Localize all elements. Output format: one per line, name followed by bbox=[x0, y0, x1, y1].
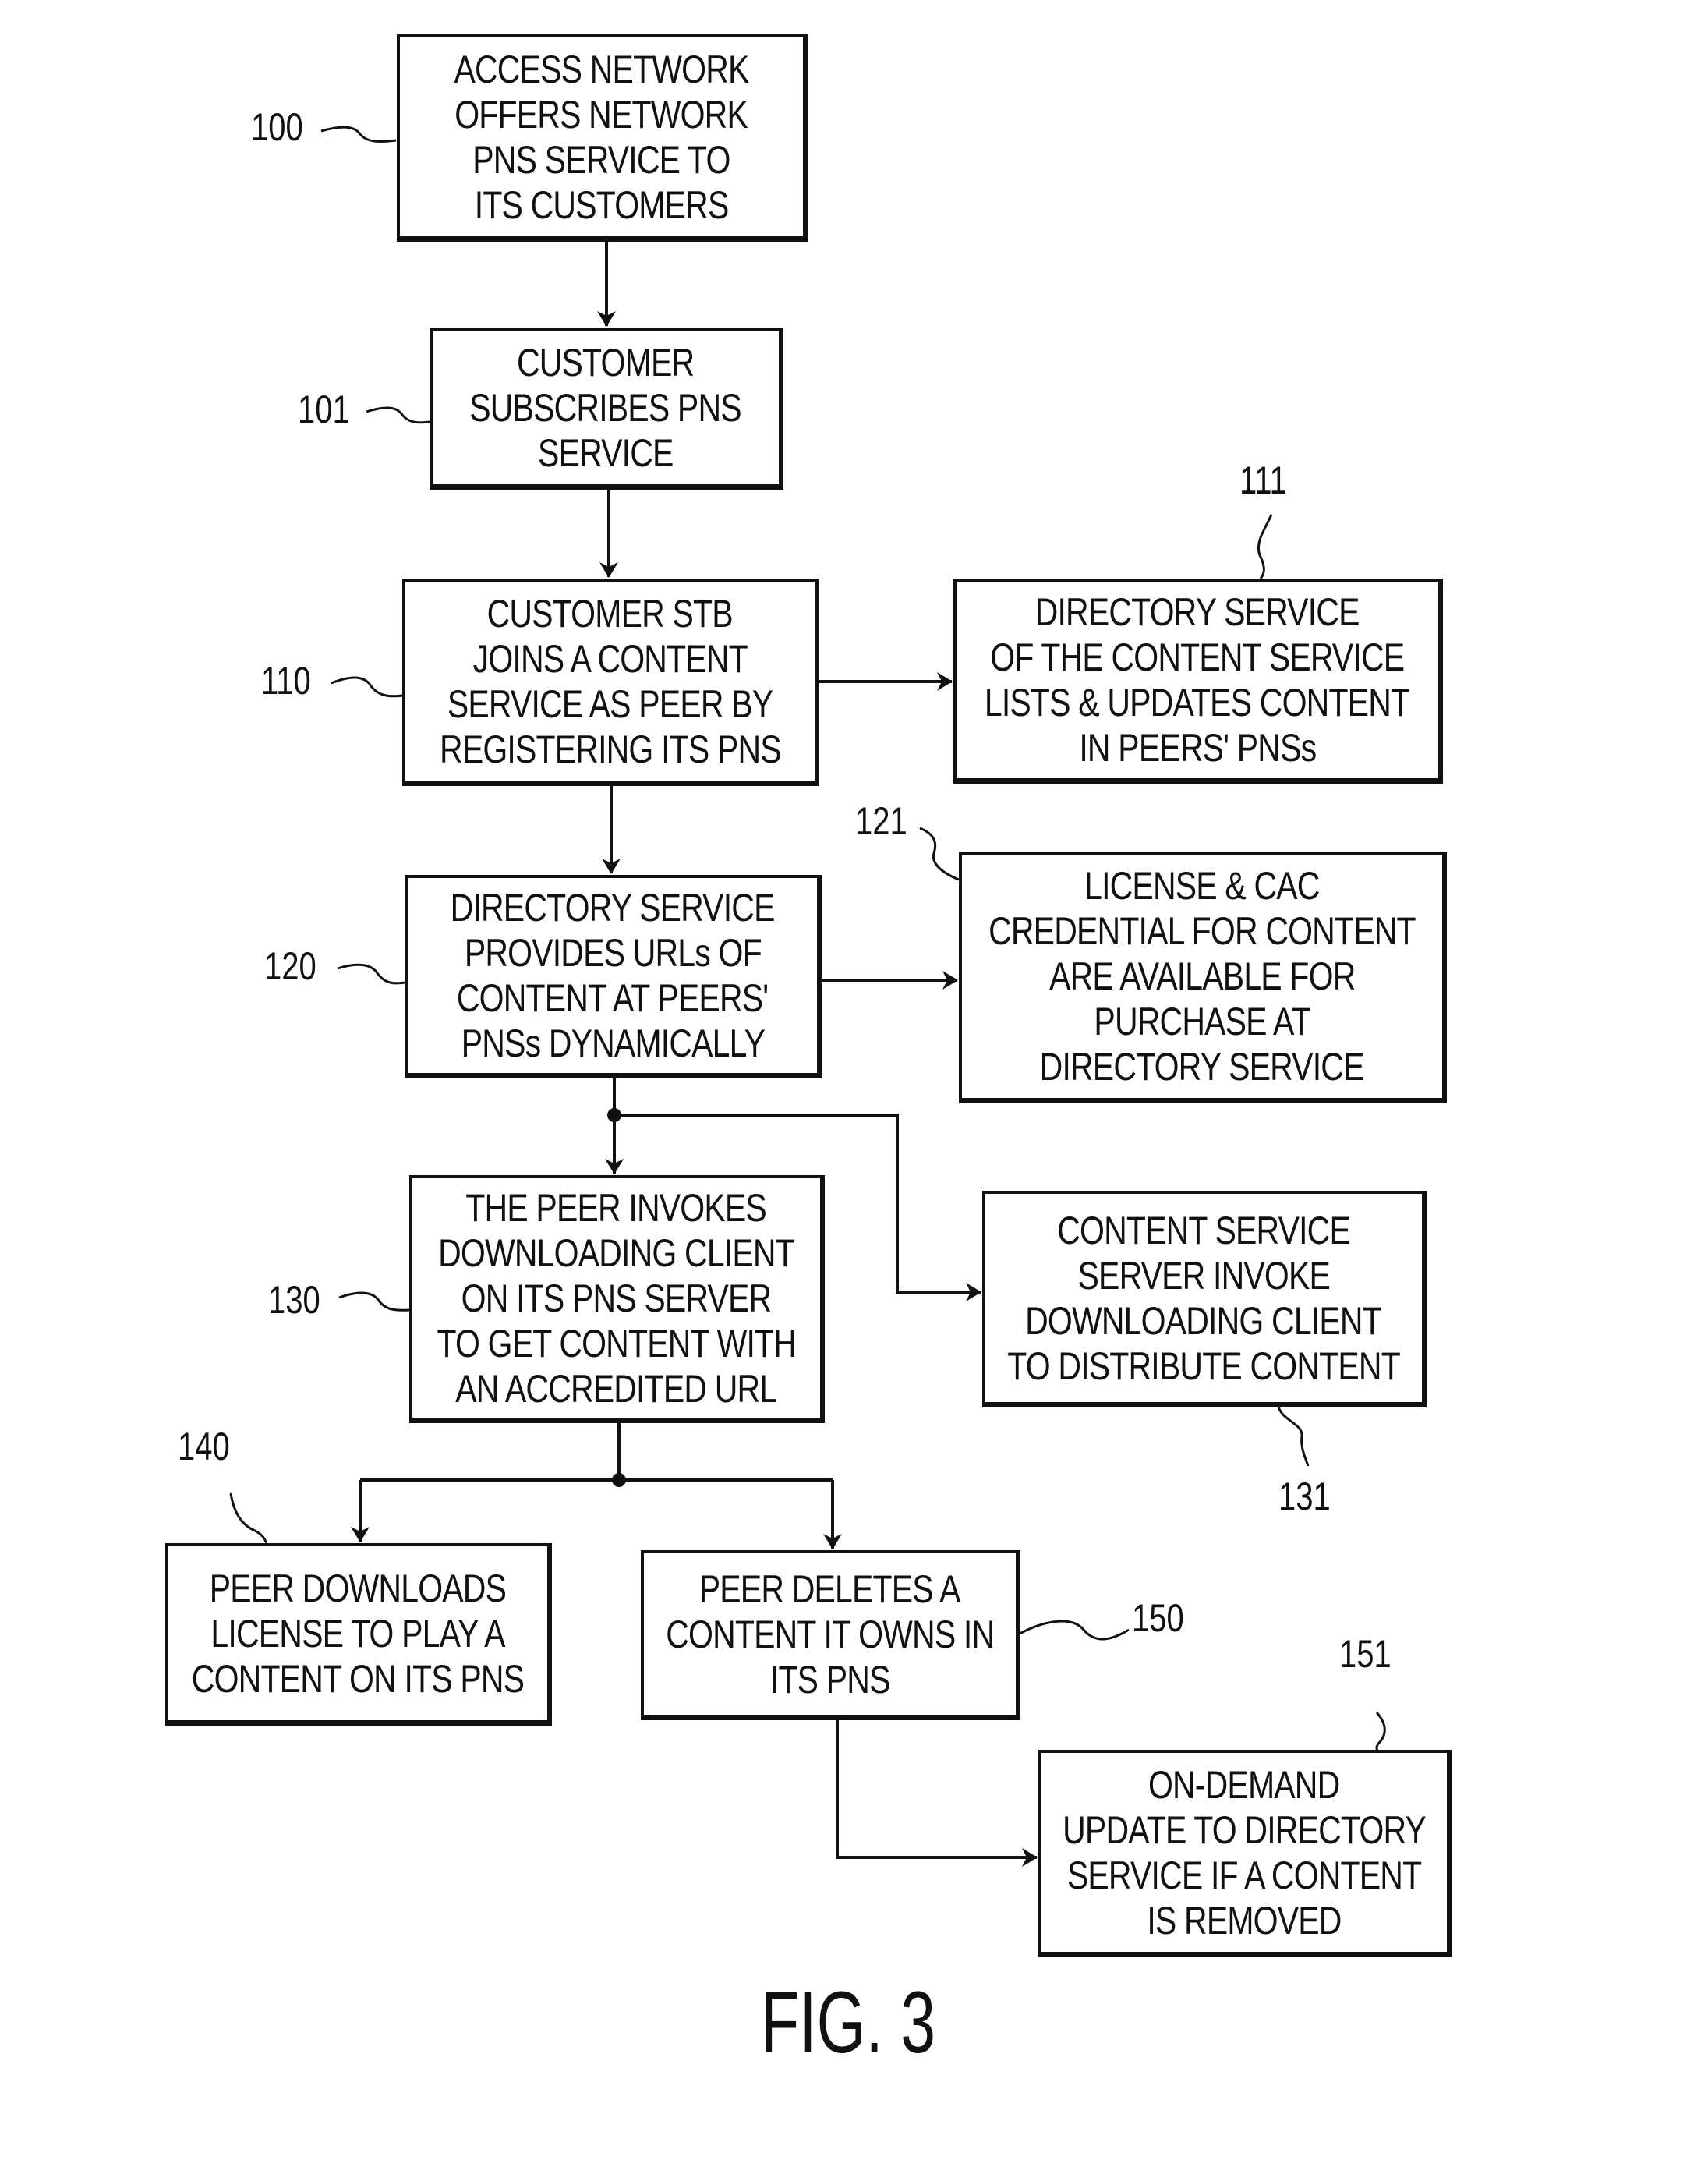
ref-label-131: 131 bbox=[1278, 1475, 1331, 1518]
step-111-line: LISTS & UPDATES CONTENT bbox=[985, 681, 1410, 724]
step-100-line: ITS CUSTOMERS bbox=[474, 182, 730, 227]
step-130-line: ON ITS PNS SERVER bbox=[461, 1276, 773, 1320]
ref-label-150: 150 bbox=[1132, 1596, 1184, 1640]
figure-caption: FIG. 3 bbox=[761, 1974, 936, 2071]
step-111-box: DIRECTORY SERVICE OF THE CONTENT SERVICE… bbox=[953, 579, 1443, 784]
step-151-line: UPDATE TO DIRECTORY bbox=[1063, 1808, 1427, 1852]
ref-label-110: 110 bbox=[261, 659, 311, 703]
connectors bbox=[229, 126, 1386, 1867]
step-151-box: ON-DEMAND UPDATE TO DIRECTORY SERVICE IF… bbox=[1038, 1750, 1452, 1957]
step-120-line: PNSs DYNAMICALLY bbox=[461, 1022, 765, 1065]
step-111-line: OF THE CONTENT SERVICE bbox=[990, 636, 1405, 679]
step-140-line: PEER DOWNLOADS bbox=[209, 1566, 507, 1610]
leader-140 bbox=[229, 1492, 268, 1544]
step-111-line: IN PEERS' PNSs bbox=[1079, 726, 1317, 770]
step-151-line: IS REMOVED bbox=[1147, 1898, 1342, 1942]
step-130-line: DOWNLOADING CLIENT bbox=[438, 1230, 795, 1275]
step-100-line: OFFERS NETWORK bbox=[454, 92, 749, 136]
step-101-line: CUSTOMER bbox=[517, 340, 695, 384]
step-131-line: CONTENT SERVICE bbox=[1057, 1208, 1351, 1252]
step-150-line: CONTENT IT OWNS IN bbox=[665, 1612, 995, 1656]
leader-150 bbox=[1019, 1620, 1130, 1641]
arrow-150-151 bbox=[836, 1719, 1038, 1867]
step-150-line: PEER DELETES A bbox=[699, 1567, 961, 1611]
step-101-line: SUBSCRIBES PNS bbox=[469, 385, 742, 430]
step-131-line: TO DISTRIBUTE CONTENT bbox=[1007, 1344, 1400, 1388]
step-131-box: CONTENT SERVICE SERVER INVOKE DOWNLOADIN… bbox=[982, 1191, 1427, 1407]
leader-120 bbox=[337, 963, 406, 985]
step-120-line: DIRECTORY SERVICE bbox=[451, 886, 776, 929]
ref-label-101: 101 bbox=[298, 388, 350, 431]
step-101-line: SERVICE bbox=[538, 430, 674, 475]
step-100-line: ACCESS NETWORK bbox=[454, 47, 749, 91]
step-100-box: ACCESS NETWORK OFFERS NETWORK PNS SERVIC… bbox=[397, 34, 808, 242]
leader-131 bbox=[1277, 1406, 1310, 1467]
ref-label-151: 151 bbox=[1339, 1632, 1392, 1676]
step-110-line: REGISTERING ITS PNS bbox=[439, 727, 782, 771]
step-110-line: JOINS A CONTENT bbox=[472, 636, 748, 681]
step-140-line: LICENSE TO PLAY A bbox=[210, 1611, 505, 1655]
step-120-line: CONTENT AT PEERS' bbox=[457, 976, 769, 1020]
step-121-line: LICENSE & CAC bbox=[1084, 864, 1320, 908]
step-121-line: ARE AVAILABLE FOR bbox=[1048, 954, 1356, 998]
leader-130 bbox=[338, 1291, 410, 1312]
step-130-line: TO GET CONTENT WITH bbox=[437, 1321, 796, 1365]
step-140-box: PEER DOWNLOADS LICENSE TO PLAY A CONTENT… bbox=[165, 1543, 552, 1726]
step-111-line: DIRECTORY SERVICE bbox=[1035, 590, 1360, 634]
step-140-line: CONTENT ON ITS PNS bbox=[191, 1656, 525, 1701]
ref-label-121: 121 bbox=[855, 799, 907, 843]
ref-label-130: 130 bbox=[268, 1278, 320, 1322]
step-131-line: SERVER INVOKE bbox=[1077, 1253, 1330, 1298]
step-101-box: CUSTOMER SUBSCRIBES PNS SERVICE bbox=[430, 328, 783, 490]
step-130-box: THE PEER INVOKES DOWNLOADING CLIENT ON I… bbox=[409, 1175, 825, 1423]
step-150-line: ITS PNS bbox=[769, 1657, 891, 1701]
ref-label-111: 111 bbox=[1239, 459, 1287, 502]
ref-label-140: 140 bbox=[178, 1425, 230, 1468]
leader-151 bbox=[1375, 1712, 1386, 1753]
leader-110 bbox=[331, 676, 403, 698]
leader-100 bbox=[320, 126, 397, 143]
flowchart: ACCESS NETWORK OFFERS NETWORK PNS SERVIC… bbox=[0, 0, 1708, 2167]
step-130-line: THE PEER INVOKES bbox=[465, 1185, 767, 1230]
step-121-line: PURCHASE AT bbox=[1094, 1000, 1310, 1043]
step-121-line: DIRECTORY SERVICE bbox=[1040, 1045, 1365, 1089]
step-150-box: PEER DELETES A CONTENT IT OWNS IN ITS PN… bbox=[641, 1550, 1020, 1720]
step-120-box: DIRECTORY SERVICE PROVIDES URLs OF CONTE… bbox=[405, 875, 822, 1078]
step-100-line: PNS SERVICE TO bbox=[472, 137, 730, 182]
step-120-line: PROVIDES URLs OF bbox=[464, 931, 762, 975]
step-130-line: AN ACCREDITED URL bbox=[455, 1366, 777, 1411]
ref-label-120: 120 bbox=[264, 944, 316, 988]
step-110-line: SERVICE AS PEER BY bbox=[447, 682, 773, 726]
leader-121 bbox=[919, 827, 960, 881]
step-131-line: DOWNLOADING CLIENT bbox=[1025, 1298, 1383, 1343]
step-151-line: SERVICE IF A CONTENT bbox=[1066, 1853, 1422, 1897]
step-121-box: LICENSE & CAC CREDENTIAL FOR CONTENT ARE… bbox=[959, 852, 1447, 1103]
leader-111 bbox=[1257, 514, 1273, 579]
step-110-box: CUSTOMER STB JOINS A CONTENT SERVICE AS … bbox=[402, 579, 819, 786]
step-110-line: CUSTOMER STB bbox=[486, 591, 734, 636]
ref-label-100: 100 bbox=[251, 105, 303, 149]
leader-101 bbox=[366, 406, 430, 424]
step-151-line: ON-DEMAND bbox=[1148, 1762, 1340, 1807]
step-121-line: CREDENTIAL FOR CONTENT bbox=[988, 909, 1416, 953]
